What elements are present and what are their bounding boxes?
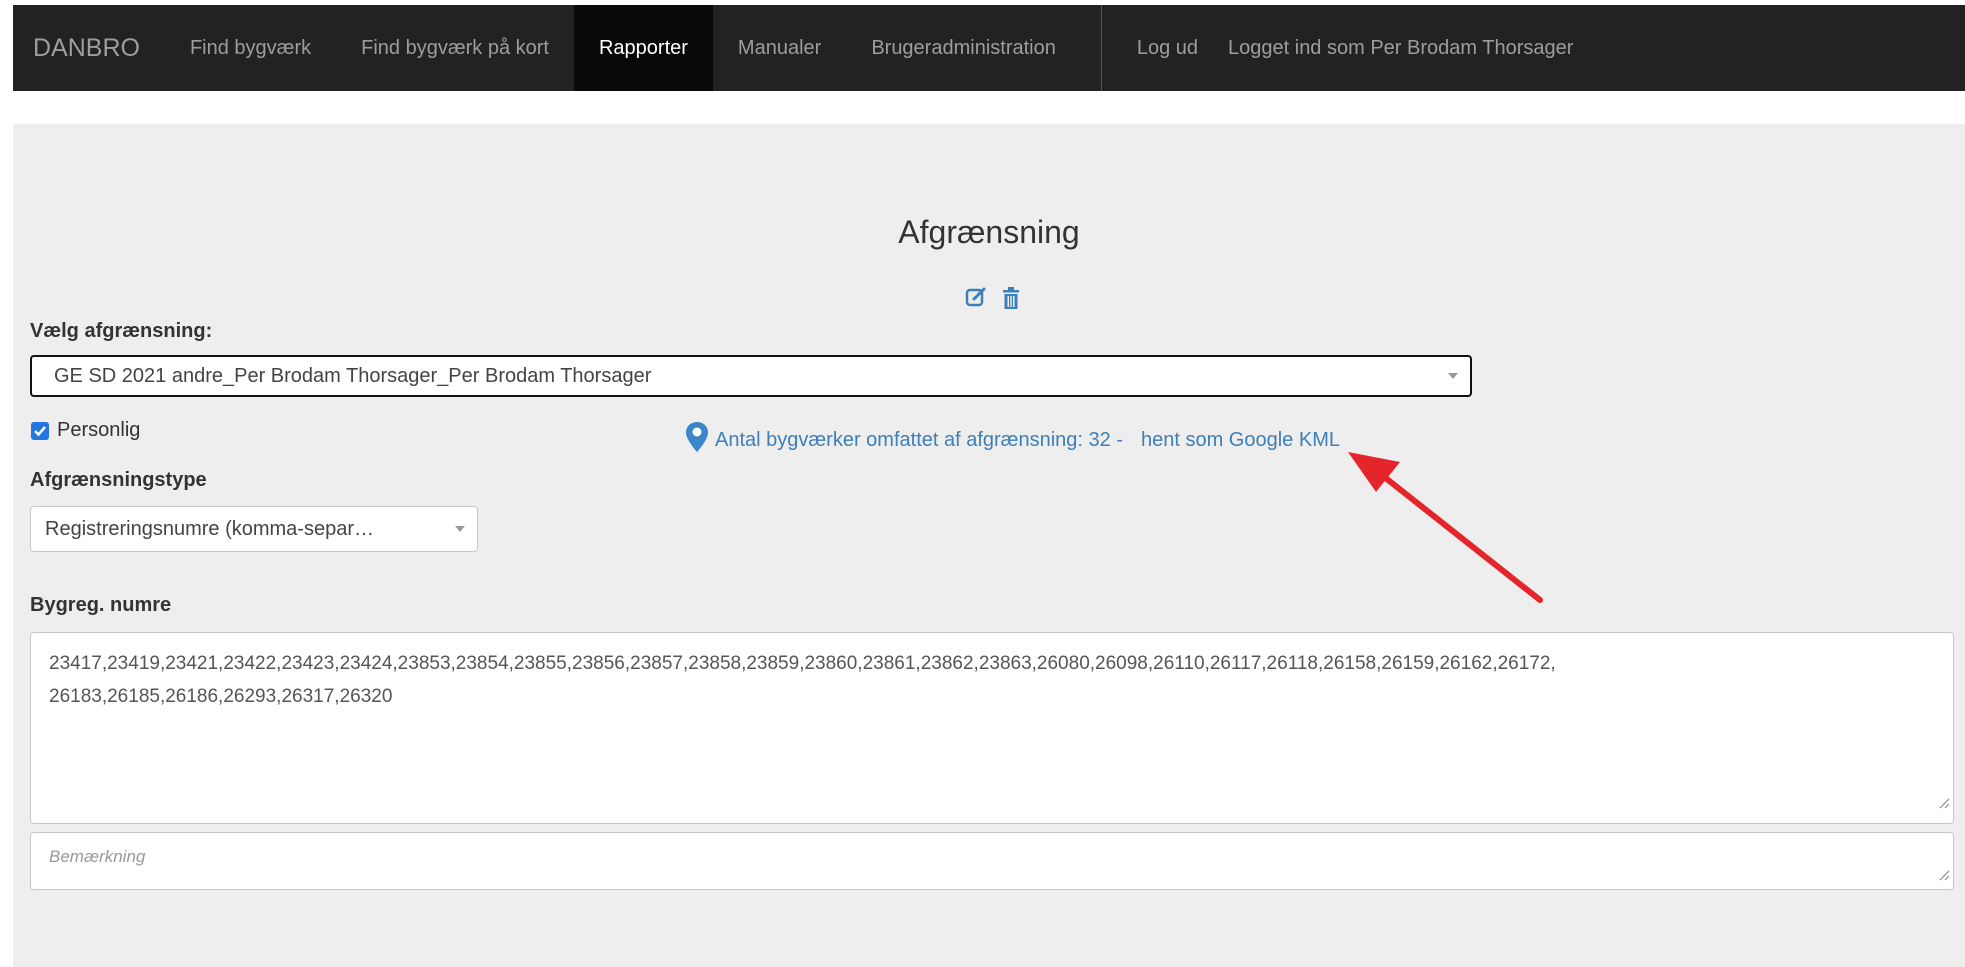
nav-logged-in-user[interactable]: Logget ind som Per Brodam Thorsager [1223, 5, 1598, 91]
page-title: Afgrænsning [898, 214, 1080, 250]
bemaerkning-placeholder: Bemærkning [49, 847, 146, 866]
trash-icon[interactable] [1001, 286, 1021, 310]
nav-find-bygvaerk-paa-kort[interactable]: Find bygværk på kort [336, 5, 574, 91]
personlig-checkbox-row[interactable]: Personlig [31, 419, 140, 442]
resize-handle-icon[interactable] [1938, 787, 1950, 820]
brand-logo[interactable]: DANBRO [13, 5, 165, 91]
resize-handle-icon[interactable] [1938, 866, 1950, 886]
bygreg-numre-value: 23417,23419,23421,23422,23423,23424,2385… [49, 653, 1556, 707]
chevron-down-icon [1448, 373, 1458, 379]
chevron-down-icon [455, 526, 465, 532]
edit-icon[interactable] [965, 286, 987, 310]
top-navbar: DANBRO Find bygværk Find bygværk på kort… [13, 5, 1965, 91]
afgraensningstype-label: Afgrænsningstype [30, 469, 207, 491]
title-actions [965, 286, 1021, 310]
afgraensningstype-select[interactable]: Registreringsnumre (komma-separ… [30, 506, 478, 552]
afgraensning-select[interactable]: GE SD 2021 andre_Per Brodam Thorsager_Pe… [30, 355, 1472, 397]
count-text: Antal bygværker omfattet af afgrænsning:… [715, 428, 1123, 451]
nav-find-bygvaerk[interactable]: Find bygværk [165, 5, 336, 91]
bygreg-numre-textarea[interactable]: 23417,23419,23421,23422,23423,23424,2385… [30, 632, 1954, 824]
personlig-checkbox[interactable] [31, 421, 49, 440]
nav-logout[interactable]: Log ud [1112, 5, 1223, 91]
afgraensningstype-value: Registreringsnumre (komma-separ… [45, 517, 374, 540]
main-panel: Afgrænsning Vælg afgrænsning: GE SD 2021… [13, 124, 1965, 967]
map-pin-icon [685, 421, 709, 459]
personlig-label: Personlig [57, 419, 141, 441]
nav-rapporter[interactable]: Rapporter [573, 5, 713, 91]
afgraensning-selected-value: GE SD 2021 andre_Per Brodam Thorsager_Pe… [54, 364, 652, 387]
bemaerkning-textarea[interactable]: Bemærkning [30, 832, 1954, 890]
nav-divider [1100, 5, 1102, 91]
google-kml-link[interactable]: hent som Google KML [1141, 429, 1340, 452]
nav-manualer[interactable]: Manualer [713, 5, 846, 91]
bygreg-numre-label: Bygreg. numre [30, 594, 172, 616]
nav-brugeradministration[interactable]: Brugeradministration [846, 5, 1081, 91]
select-afgraensning-label: Vælg afgrænsning: [30, 320, 213, 342]
count-info: Antal bygværker omfattet af afgrænsning:… [685, 421, 1340, 459]
